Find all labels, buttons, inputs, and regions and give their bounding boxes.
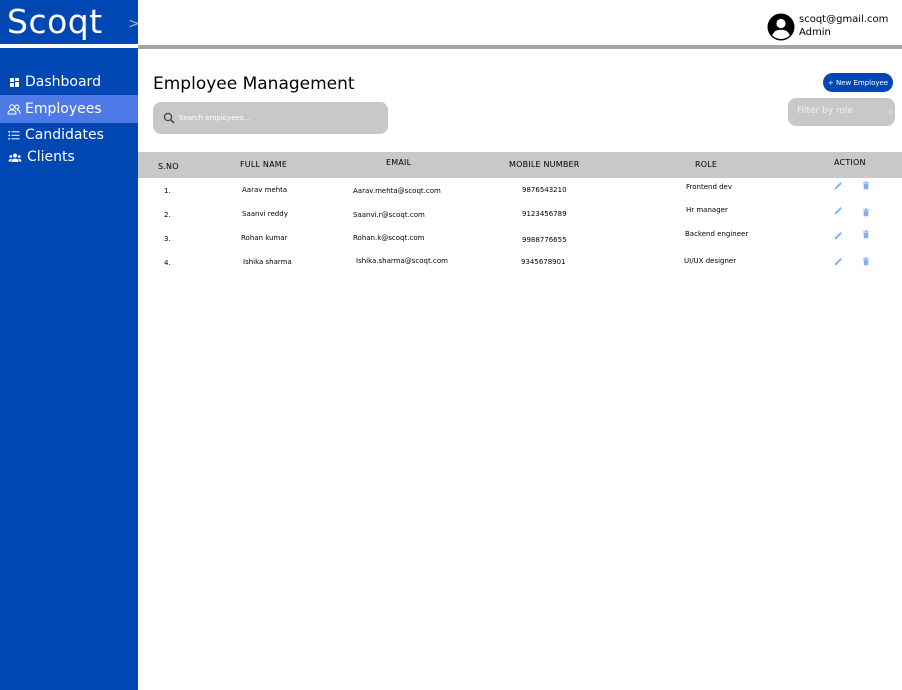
- filter-by-role-dropdown[interactable]: Filter by role >: [788, 98, 895, 126]
- cell-mobile: 9876543210: [522, 186, 567, 194]
- list-icon: [8, 131, 20, 140]
- sidebar-item-employees[interactable]: Employees: [0, 95, 138, 123]
- search-icon: [163, 112, 175, 124]
- sidebar: Scoqt > Dashboard Employees Candidates C…: [0, 0, 140, 690]
- cell-email: Ishika.sharma@scoqt.com: [356, 257, 448, 265]
- search-input[interactable]: [179, 114, 369, 122]
- user-role: Admin: [799, 27, 831, 38]
- cell-email: Rohan.k@scoqt.com: [353, 234, 425, 242]
- cell-sno: 4.: [164, 259, 171, 267]
- cell-email: Aarav.mehta@scoqt.com: [353, 187, 441, 195]
- grid-icon: [10, 78, 19, 87]
- column-header-sno: S.NO: [158, 162, 179, 171]
- column-header-mobile-number: MOBILE NUMBER: [509, 160, 580, 169]
- cell-name: Aarav mehta: [242, 186, 288, 194]
- column-header-role: ROLE: [695, 160, 718, 169]
- delete-trash-icon[interactable]: [861, 256, 871, 266]
- group-icon: [8, 153, 22, 162]
- search-box[interactable]: [153, 102, 388, 134]
- sidebar-item-clients[interactable]: Clients: [0, 144, 138, 170]
- cell-role: Hr manager: [686, 206, 728, 214]
- top-bar-divider: [138, 45, 902, 49]
- sidebar-item-label: Clients: [27, 149, 75, 165]
- chevron-right-icon: >: [888, 109, 894, 116]
- cell-mobile: 9123456789: [522, 210, 567, 218]
- cell-sno: 2.: [164, 211, 171, 219]
- cell-name: Rohan kumar: [241, 234, 288, 242]
- user-email: scoqt@gmail.com: [799, 14, 889, 25]
- cell-mobile: 9988776655: [522, 236, 567, 244]
- edit-pencil-icon[interactable]: [833, 206, 843, 216]
- edit-pencil-icon[interactable]: [833, 181, 843, 191]
- column-header-email: EMAIL: [386, 158, 412, 167]
- cell-sno: 3.: [164, 235, 171, 243]
- user-avatar-icon[interactable]: [767, 13, 795, 41]
- sidebar-item-label: Candidates: [25, 127, 104, 143]
- brand: Scoqt >: [0, 0, 140, 44]
- brand-name: Scoqt: [7, 2, 103, 41]
- column-header-full-name: FULL NAME: [240, 160, 288, 169]
- cell-name: Ishika sharma: [243, 258, 292, 266]
- delete-trash-icon[interactable]: [861, 229, 871, 239]
- sidebar-item-label: Dashboard: [25, 74, 101, 90]
- sidebar-item-dashboard[interactable]: Dashboard: [0, 69, 138, 95]
- new-employee-button[interactable]: + New Employee: [823, 73, 893, 92]
- cell-email: Saanvi.r@scoqt.com: [353, 211, 425, 219]
- cell-name: Saanvi reddy: [242, 210, 288, 218]
- filter-label: Filter by role: [797, 106, 854, 116]
- page-title: Employee Management: [153, 74, 355, 94]
- users-icon: [7, 104, 21, 115]
- cell-role: UI/UX designer: [684, 257, 737, 265]
- edit-pencil-icon[interactable]: [833, 231, 843, 241]
- cell-role: Backend engineer: [685, 230, 749, 238]
- brand-divider: [0, 44, 138, 48]
- column-header-action: ACTION: [834, 158, 866, 167]
- sidebar-item-label: Employees: [25, 101, 102, 117]
- delete-trash-icon[interactable]: [861, 180, 871, 190]
- table-header: S.NO FULL NAME EMAIL MOBILE NUMBER ROLE …: [138, 152, 902, 178]
- cell-sno: 1.: [164, 187, 171, 195]
- edit-pencil-icon[interactable]: [833, 257, 843, 267]
- delete-trash-icon[interactable]: [861, 207, 871, 217]
- cell-role: Frontend dev: [686, 183, 733, 191]
- cell-mobile: 9345678901: [521, 258, 566, 266]
